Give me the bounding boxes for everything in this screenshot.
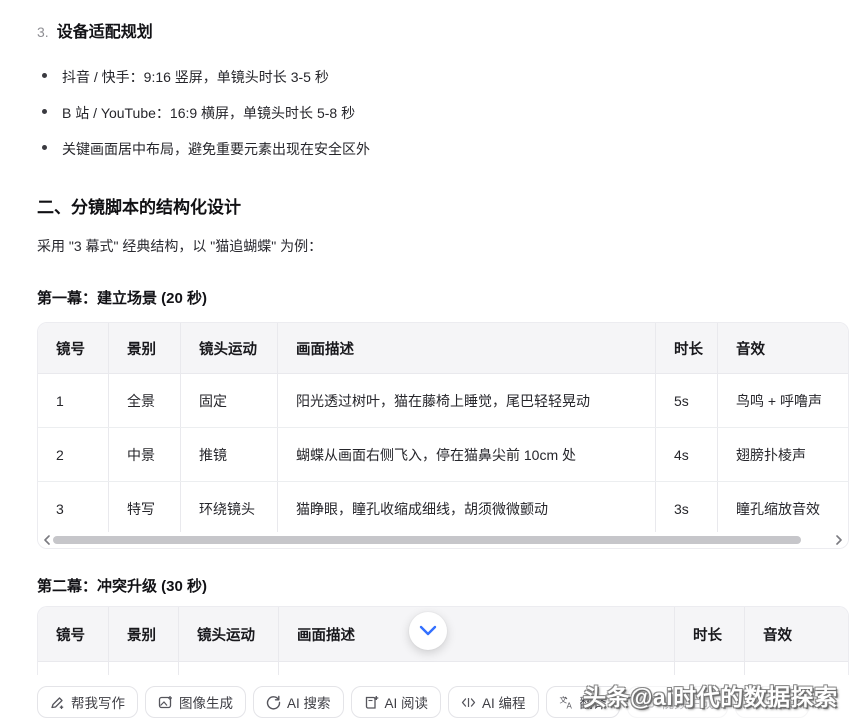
bullet-item: 关键画面居中布局，避免重要元素出现在安全区外 bbox=[62, 139, 370, 159]
button-label: AI 阅读 bbox=[385, 692, 429, 712]
cell-shot: 3 bbox=[38, 482, 109, 535]
button-label: 图像生成 bbox=[179, 692, 233, 712]
cell-shot-type: 中景 bbox=[109, 428, 181, 481]
col-header-description: 画面描述 bbox=[279, 607, 675, 661]
section-heading: 二、分镜脚本的结构化设计 bbox=[37, 193, 241, 218]
scrollbar-thumb[interactable] bbox=[53, 536, 801, 544]
bullet-item: 抖音 / 快手：9:16 竖屏，单镜头时长 3-5 秒 bbox=[62, 67, 329, 87]
table-row: 2 中景 推镜 蝴蝶从画面右侧飞入，停在猫鼻尖前 10cm 处 4s 翅膀扑棱声 bbox=[38, 428, 849, 482]
chat-message-page: 3. 设备适配规划 抖音 / 快手：9:16 竖屏，单镜头时长 3-5 秒 B 站… bbox=[0, 0, 857, 722]
table-row: 3 特写 环绕镜头 猫睁眼，瞳孔收缩成细线，胡须微微颤动 3s 瞳孔缩放音效 bbox=[38, 482, 849, 536]
button-label: 帮我写作 bbox=[71, 692, 125, 712]
table1-horizontal-scrollbar bbox=[38, 532, 848, 548]
cell-duration: 4s bbox=[656, 428, 718, 481]
search-refresh-icon bbox=[266, 695, 281, 710]
cell-description: 阳光透过树叶，猫在藤椅上睡觉，尾巴轻轻晃动 bbox=[278, 374, 656, 427]
svg-text:A: A bbox=[566, 701, 572, 710]
ai-reading-button[interactable]: AI 阅读 bbox=[351, 686, 442, 718]
col-header-shot: 镜号 bbox=[38, 607, 109, 661]
storyboard-table-act1: 镜号 景别 镜头运动 画面描述 时长 音效 1 全景 固定 阳光透过树叶，猫在藤… bbox=[37, 322, 849, 549]
book-plus-icon bbox=[364, 695, 379, 710]
numbered-heading-title: 设备适配规划 bbox=[57, 24, 153, 41]
act2-heading: 第二幕：冲突升级 (30 秒) bbox=[37, 575, 207, 596]
code-icon bbox=[461, 695, 476, 710]
col-header-sfx: 音效 bbox=[718, 323, 849, 373]
cell-duration: 3s bbox=[656, 482, 718, 535]
cell-shot-type: 特写 bbox=[109, 482, 181, 535]
col-header-shot: 镜号 bbox=[38, 323, 109, 373]
cell-camera-move: 环绕镜头 bbox=[181, 482, 278, 535]
cell-sfx: 翅膀扑棱声 bbox=[718, 428, 849, 481]
scroll-right-icon[interactable] bbox=[833, 534, 845, 546]
button-label: AI 编程 bbox=[482, 692, 526, 712]
cell-sfx: 鸟鸣 + 呼噜声 bbox=[718, 374, 849, 427]
table-row: 1 全景 固定 阳光透过树叶，猫在藤椅上睡觉，尾巴轻轻晃动 5s 鸟鸣 + 呼噜… bbox=[38, 374, 849, 428]
help-me-write-button[interactable]: 帮我写作 bbox=[37, 686, 138, 718]
col-header-camera-move: 镜头运动 bbox=[181, 323, 278, 373]
expand-content-button[interactable] bbox=[409, 612, 447, 650]
button-label: AI 搜索 bbox=[287, 692, 331, 712]
scroll-left-icon[interactable] bbox=[41, 534, 53, 546]
list-number: 3. bbox=[37, 24, 49, 40]
bullet-item: B 站 / YouTube：16:9 横屏，单镜头时长 5-8 秒 bbox=[62, 103, 355, 123]
translate-icon: 文A bbox=[559, 695, 574, 710]
col-header-shot-type: 景别 bbox=[109, 323, 181, 373]
numbered-heading: 3. 设备适配规划 bbox=[37, 18, 153, 42]
cell-shot: 1 bbox=[38, 374, 109, 427]
cell-shot: 2 bbox=[38, 428, 109, 481]
cell-description: 蝴蝶从画面右侧飞入，停在猫鼻尖前 10cm 处 bbox=[278, 428, 656, 481]
col-header-description: 画面描述 bbox=[278, 323, 656, 373]
intro-paragraph: 采用 "3 幕式" 经典结构，以 "猫追蝴蝶" 为例： bbox=[37, 236, 322, 256]
chevron-down-icon bbox=[419, 625, 437, 637]
col-header-duration: 时长 bbox=[675, 607, 745, 661]
cell-shot-type: 全景 bbox=[109, 374, 181, 427]
cell-camera-move: 固定 bbox=[181, 374, 278, 427]
watermark-text: 头条@ai时代的数据探索 bbox=[583, 678, 838, 712]
table1-header-row: 镜号 景别 镜头运动 画面描述 时长 音效 bbox=[38, 323, 849, 374]
act1-heading: 第一幕：建立场景 (20 秒) bbox=[37, 287, 207, 308]
cell-duration: 5s bbox=[656, 374, 718, 427]
ai-search-button[interactable]: AI 搜索 bbox=[253, 686, 344, 718]
cell-sfx: 瞳孔缩放音效 bbox=[718, 482, 849, 535]
cell-camera-move: 推镜 bbox=[181, 428, 278, 481]
table-row-partial bbox=[38, 662, 849, 675]
cell-description: 猫睁眼，瞳孔收缩成细线，胡须微微颤动 bbox=[278, 482, 656, 535]
col-header-shot-type: 景别 bbox=[109, 607, 179, 661]
col-header-sfx: 音效 bbox=[745, 607, 849, 661]
col-header-camera-move: 镜头运动 bbox=[179, 607, 279, 661]
image-plus-icon bbox=[158, 695, 173, 710]
pen-sparkle-icon bbox=[50, 695, 65, 710]
image-generate-button[interactable]: 图像生成 bbox=[145, 686, 246, 718]
ai-coding-button[interactable]: AI 编程 bbox=[448, 686, 539, 718]
col-header-duration: 时长 bbox=[656, 323, 718, 373]
